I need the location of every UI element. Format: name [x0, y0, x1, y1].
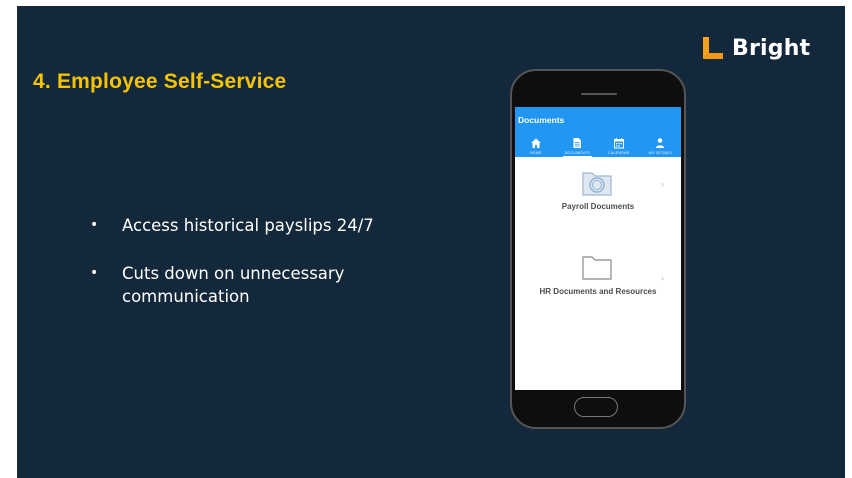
tab-documents[interactable]: DOCUMENTS: [557, 131, 599, 157]
bullet-item: • Cuts down on unnecessary communication: [90, 262, 402, 308]
phone-screen: Documents HOME DOCUMENTS CALENDAR MY DET…: [515, 107, 681, 390]
folder-label: HR Documents and Resources: [539, 287, 657, 296]
calendar-icon: [613, 138, 624, 149]
bullet-marker: •: [90, 265, 99, 281]
home-icon: [530, 138, 541, 148]
bullet-text: Cuts down on unnecessary communication: [122, 264, 345, 306]
app-title: Documents: [518, 115, 565, 125]
tab-label: HOME: [529, 151, 542, 155]
bright-logo: Bright: [700, 35, 810, 61]
folder-icon: [582, 256, 612, 280]
tab-home[interactable]: HOME: [515, 131, 557, 157]
bullet-list: • Access historical payslips 24/7 • Cuts…: [90, 214, 402, 333]
brand-name: Bright: [732, 35, 811, 61]
phone-home-button: [574, 397, 618, 417]
slide-title: 4. Employee Self-Service: [33, 70, 287, 93]
tab-label: DOCUMENTS: [564, 151, 590, 155]
document-icon: [573, 138, 582, 148]
tab-bar: HOME DOCUMENTS CALENDAR MY DETAILS: [515, 131, 681, 157]
bullet-marker: •: [90, 217, 99, 233]
phone-speaker: [581, 93, 617, 95]
folder-row-payroll[interactable]: Payroll Documents ›: [515, 169, 681, 237]
slide: 4. Employee Self-Service Bright • Access…: [17, 6, 845, 478]
person-icon: [656, 138, 665, 148]
tab-label: CALENDAR: [608, 151, 630, 155]
tab-my-details[interactable]: MY DETAILS: [640, 131, 682, 157]
folder-row-hr[interactable]: HR Documents and Resources ›: [515, 253, 681, 321]
tab-calendar[interactable]: CALENDAR: [598, 131, 640, 157]
chevron-right-icon: ›: [661, 273, 664, 283]
phone-mockup: Documents HOME DOCUMENTS CALENDAR MY DET…: [510, 69, 686, 429]
bullet-text: Access historical payslips 24/7: [122, 216, 374, 235]
folder-label: Payroll Documents: [561, 202, 635, 211]
chevron-right-icon: ›: [661, 179, 664, 189]
bright-logo-mark-icon: [700, 35, 726, 61]
app-bar: Documents HOME DOCUMENTS CALENDAR MY DET…: [515, 107, 681, 157]
payroll-folder-icon: [582, 172, 612, 196]
tab-label: MY DETAILS: [648, 151, 672, 155]
bullet-item: • Access historical payslips 24/7: [90, 214, 402, 237]
